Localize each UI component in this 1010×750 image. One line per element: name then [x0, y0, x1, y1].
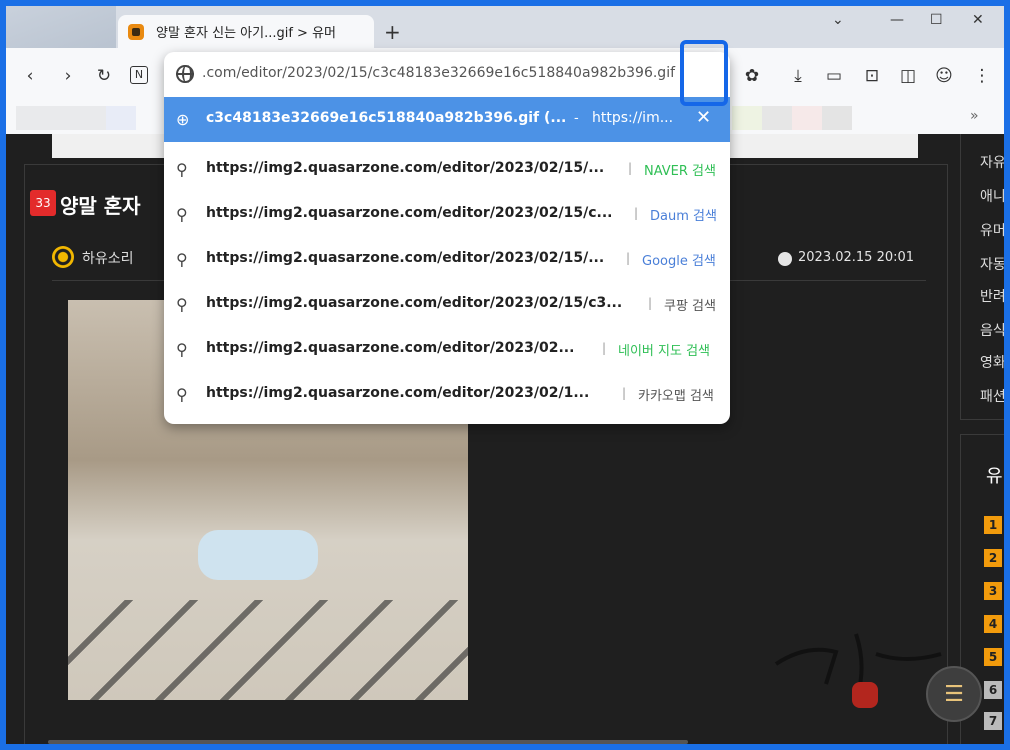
minimize-button[interactable]: —: [890, 12, 904, 28]
bookmark-item[interactable]: [106, 106, 136, 130]
search-icon: ⚲: [176, 160, 188, 179]
suggestion-url: https://img2.quasarzone.com/editor/2023/…: [206, 340, 575, 356]
rank-number: 4: [984, 615, 1002, 633]
site-favicon-icon: [128, 23, 144, 40]
omnibox-dropdown: .com/editor/2023/02/15/c3c48183e32669e16…: [164, 52, 730, 424]
suggestion-divider: |: [628, 161, 633, 175]
sidebar-link[interactable]: 반려: [980, 286, 1004, 306]
clock-icon: [778, 252, 792, 266]
author-level-icon: [52, 246, 74, 268]
rank-number: 3: [984, 582, 1002, 600]
suggestion-divider: |: [648, 296, 653, 310]
floating-menu-button[interactable]: ☰: [926, 666, 982, 722]
bookmark-item[interactable]: [792, 106, 822, 130]
omnibox-suggestion[interactable]: ⚲ https://img2.quasarzone.com/editor/202…: [164, 327, 730, 372]
highlight-annotation: [680, 40, 728, 106]
bookmark-item[interactable]: [732, 106, 762, 130]
suggestion-url: https://img2.quasarzone.com/editor/2023/…: [206, 385, 590, 401]
profile-icon[interactable]: ☺: [934, 66, 954, 86]
suggestion-url: https://img2.quasarzone.com/editor/2023/…: [206, 205, 613, 221]
maximize-button[interactable]: ☐: [930, 12, 943, 28]
rank-number: 6: [984, 681, 1002, 699]
bookmark-item[interactable]: [762, 106, 792, 130]
capture-icon[interactable]: ⊡: [862, 66, 882, 86]
extensions-icon[interactable]: ✿: [742, 66, 762, 86]
browser-window: 양말 혼자 신는 아기...gif > 유머 + ⌄ — ☐ ✕ ‹ › ↻ N…: [6, 6, 1004, 744]
globe-icon: [176, 65, 194, 83]
active-tab[interactable]: 양말 혼자 신는 아기...gif > 유머: [118, 15, 374, 48]
rank-number: 1: [984, 516, 1002, 534]
suggestion-divider: |: [622, 386, 627, 400]
search-icon: ⚲: [176, 250, 188, 269]
menu-icon[interactable]: ⋮: [972, 66, 992, 86]
reload-icon[interactable]: ↻: [94, 66, 114, 86]
tab-search-dropdown-icon[interactable]: ⌄: [832, 12, 844, 28]
search-engine-label: NAVER 검색: [644, 164, 716, 179]
sidebar-link[interactable]: 자유: [980, 152, 1004, 172]
download-icon[interactable]: ⤓: [788, 66, 808, 86]
omnibox-suggestion[interactable]: ⚲ https://img2.quasarzone.com/editor/202…: [164, 192, 730, 237]
omnibox-suggestion[interactable]: ⚲ https://img2.quasarzone.com/editor/202…: [164, 372, 730, 417]
bookmark-item[interactable]: [822, 106, 852, 130]
globe-icon: ⊕: [176, 110, 190, 129]
signature-watermark: [774, 633, 942, 708]
sidebar-link[interactable]: 애니: [980, 186, 1004, 206]
address-input[interactable]: .com/editor/2023/02/15/c3c48183e32669e16…: [202, 65, 675, 81]
sidebar-link[interactable]: 유머: [980, 220, 1004, 240]
post-date: 2023.02.15 20:01: [798, 250, 915, 265]
rank-number: 7: [984, 712, 1002, 730]
omnibox-suggestion[interactable]: ⚲ https://img2.quasarzone.com/editor/202…: [164, 237, 730, 282]
search-icon: ⚲: [176, 340, 188, 359]
remove-suggestion-icon[interactable]: ✕: [696, 107, 711, 128]
search-engine-label: Google 검색: [642, 254, 716, 269]
suggestion-url: https://im...: [592, 110, 674, 126]
search-icon: ⚲: [176, 385, 188, 404]
suggestion-divider: |: [626, 251, 631, 265]
forward-icon[interactable]: ›: [58, 66, 78, 86]
suggestion-divider: |: [602, 341, 607, 355]
search-icon: ⚲: [176, 205, 188, 224]
suggestion-url: https://img2.quasarzone.com/editor/2023/…: [206, 160, 605, 176]
tab-strip: 양말 혼자 신는 아기...gif > 유머 + ⌄ — ☐ ✕: [6, 6, 1004, 48]
rank-number: 2: [984, 549, 1002, 567]
comment-count-badge: 33: [30, 190, 56, 216]
search-icon: ⚲: [176, 295, 188, 314]
naver-shortcut-icon[interactable]: N: [130, 66, 148, 84]
omnibox-selected-suggestion[interactable]: ⊕ c3c48183e32669e16c518840a982b396.gif (…: [164, 97, 730, 142]
suggestion-url: https://img2.quasarzone.com/editor/2023/…: [206, 295, 623, 311]
suggestion-url: https://img2.quasarzone.com/editor/2023/…: [206, 250, 605, 266]
close-window-button[interactable]: ✕: [972, 12, 984, 28]
search-engine-label: Daum 검색: [650, 209, 717, 224]
new-tab-button[interactable]: +: [384, 20, 401, 44]
suggestion-divider: |: [634, 206, 639, 220]
omnibox-suggestion[interactable]: ⚲ https://img2.quasarzone.com/editor/202…: [164, 282, 730, 327]
suggestion-separator: -: [574, 111, 579, 126]
browser-theme-art: [6, 6, 116, 48]
search-engine-label: 쿠팡 검색: [664, 299, 716, 314]
address-bar[interactable]: .com/editor/2023/02/15/c3c48183e32669e16…: [164, 52, 730, 96]
bookmarks-overflow-icon[interactable]: »: [970, 108, 979, 124]
omnibox-suggestion[interactable]: ⚲ https://img2.quasarzone.com/editor/202…: [164, 147, 730, 192]
back-icon[interactable]: ‹: [20, 66, 40, 86]
post-title: 양말 혼자: [60, 194, 141, 218]
video-icon[interactable]: ▭: [824, 66, 844, 86]
tab-title: 양말 혼자 신는 아기...gif > 유머: [156, 26, 336, 41]
rank-number: 5: [984, 648, 1002, 666]
search-engine-label: 카카오맵 검색: [638, 389, 714, 404]
search-engine-label: 네이버 지도 검색: [618, 344, 710, 359]
ranking-heading: 유: [986, 466, 1003, 487]
bookmark-item[interactable]: [16, 106, 106, 130]
sidebar-link[interactable]: 영화: [980, 352, 1004, 372]
sidebar-link[interactable]: 패션: [980, 386, 1004, 406]
author-name[interactable]: 하유소리: [82, 248, 134, 268]
suggestion-title: c3c48183e32669e16c518840a982b396.gif (..…: [206, 110, 567, 126]
horizontal-scrollbar[interactable]: [48, 740, 688, 744]
sidebar-icon[interactable]: ◫: [898, 66, 918, 86]
sidebar-link[interactable]: 자동: [980, 254, 1004, 274]
category-box: [960, 134, 1004, 420]
sidebar-link[interactable]: 음식: [980, 320, 1004, 340]
